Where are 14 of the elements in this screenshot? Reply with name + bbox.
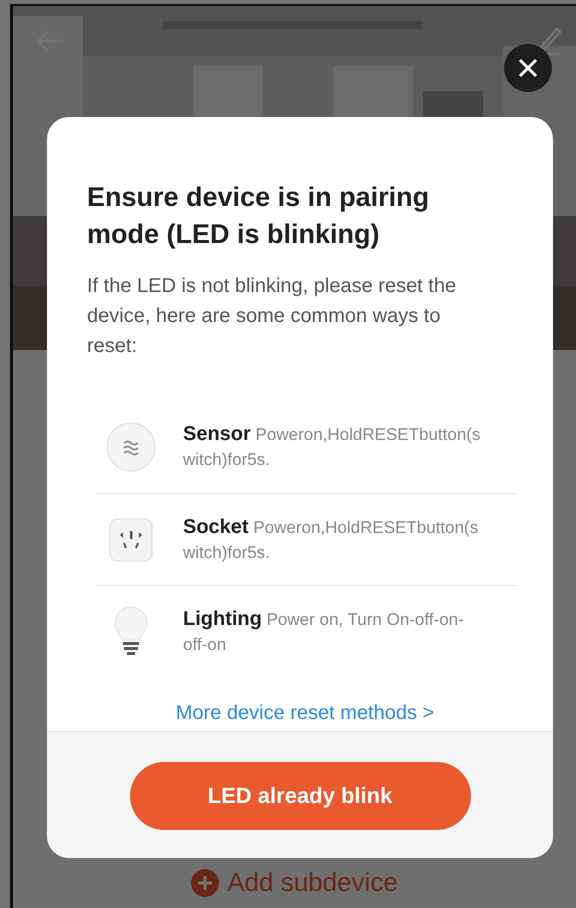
pencil-icon[interactable] bbox=[538, 26, 562, 56]
plus-icon bbox=[191, 868, 220, 896]
reset-method-text: Lighting Power on, Turn On-off-on-off-on bbox=[183, 606, 465, 656]
dialog-description: If the LED is not blinking, please reset the device, here are some common ways to reset: bbox=[87, 274, 458, 359]
reset-method-text: Sensor Poweron,HoldRESETbutton(switch)for5s. bbox=[183, 422, 482, 471]
socket-icon bbox=[109, 518, 153, 562]
reset-method-text: Socket Poweron,HoldRESETbutton(switch)for5s. bbox=[183, 514, 480, 564]
close-icon bbox=[518, 58, 538, 78]
more-reset-methods-link[interactable]: More device reset methods > bbox=[176, 702, 434, 725]
sensor-icon bbox=[105, 421, 157, 473]
add-subdevice-button[interactable]: Add subdevice bbox=[191, 867, 398, 898]
led-already-blink-button[interactable]: LED already blink bbox=[130, 762, 470, 830]
dialog-title: Ensure device is in pairing mode (LED is blinking) bbox=[87, 181, 430, 251]
light-bulb-icon bbox=[114, 606, 148, 658]
